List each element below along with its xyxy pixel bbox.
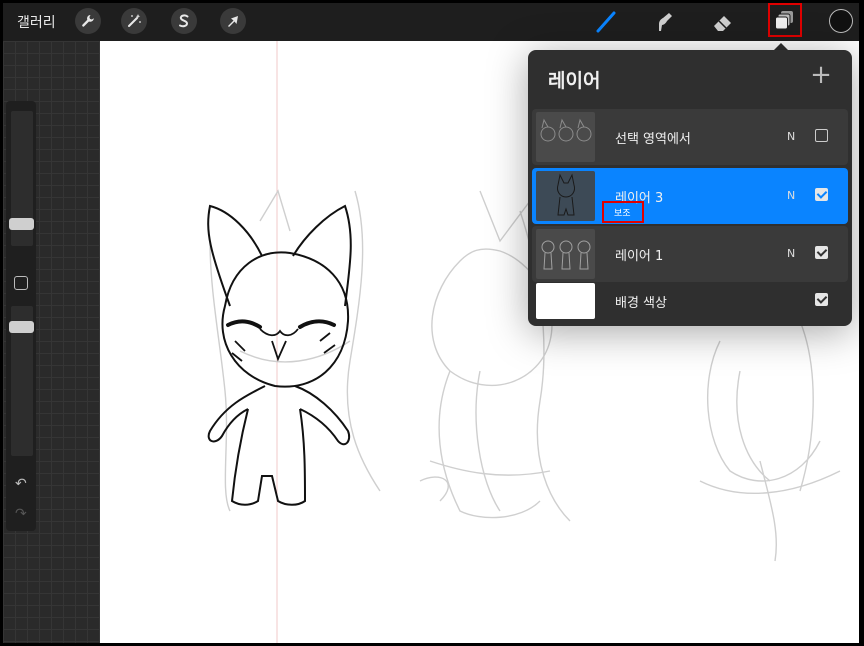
brush-size-handle[interactable] <box>9 218 34 230</box>
brush-icon <box>596 11 616 33</box>
blend-mode[interactable]: N <box>787 130 795 143</box>
selection-button[interactable] <box>171 8 197 34</box>
undo-button[interactable]: ↶ <box>15 476 27 492</box>
layer-name: 배경 색상 <box>615 296 667 311</box>
actions-button[interactable] <box>75 8 101 34</box>
visibility-checkbox[interactable] <box>815 129 828 142</box>
layer-thumbnail <box>536 229 595 279</box>
transform-arrow-icon <box>228 16 238 27</box>
selection-s-icon <box>179 14 189 28</box>
eraser-icon <box>714 16 731 31</box>
layers-button[interactable] <box>768 3 802 37</box>
visibility-checkbox[interactable] <box>815 188 828 201</box>
mask-label: 보조 <box>614 209 631 219</box>
layer-thumbnail <box>536 112 595 162</box>
gallery-button[interactable]: 갤러리 <box>17 12 56 32</box>
eraser-tool[interactable] <box>708 7 738 37</box>
layers-icon <box>775 11 793 30</box>
visibility-checkbox[interactable] <box>815 293 828 306</box>
add-layer-button[interactable]: + <box>808 62 834 88</box>
background-color-thumbnail <box>536 283 595 319</box>
modify-button[interactable] <box>14 276 28 290</box>
brush-tool[interactable] <box>591 7 621 37</box>
layer-row-selection[interactable]: 선택 영역에서 N <box>532 109 848 165</box>
transform-button[interactable] <box>220 8 246 34</box>
blend-mode[interactable]: N <box>787 247 795 260</box>
layer-name: 레이어 1 <box>615 249 664 264</box>
layer-thumbnail <box>536 171 595 221</box>
layer-row-background-color[interactable]: 배경 색상 <box>532 273 848 326</box>
layer-name: 선택 영역에서 <box>615 132 691 147</box>
smudge-tool[interactable] <box>649 7 679 37</box>
layer-row-layer-3[interactable]: 레이어 3 보조 N <box>532 168 848 224</box>
redo-button[interactable]: ↷ <box>15 506 27 522</box>
app-frame: 갤러리 ↶ ↷ 레이어 + 선택 영역에서 N 레이어 3 보조 N 레이어 1… <box>3 3 859 643</box>
top-toolbar: 갤러리 <box>3 3 859 41</box>
wrench-icon <box>82 15 94 27</box>
mask-badge-highlight[interactable]: 보조 <box>602 201 644 223</box>
layers-panel: 레이어 + 선택 영역에서 N 레이어 3 보조 N 레이어 1 N 배경 색상 <box>528 50 852 326</box>
panel-title: 레이어 <box>548 70 601 92</box>
smudge-icon <box>659 13 672 31</box>
color-picker[interactable] <box>829 9 853 33</box>
visibility-checkbox[interactable] <box>815 246 828 259</box>
opacity-handle[interactable] <box>9 321 34 333</box>
magic-wand-icon <box>128 14 141 27</box>
adjustments-button[interactable] <box>121 8 147 34</box>
sidebar: ↶ ↷ <box>6 101 36 531</box>
blend-mode[interactable]: N <box>787 189 795 202</box>
